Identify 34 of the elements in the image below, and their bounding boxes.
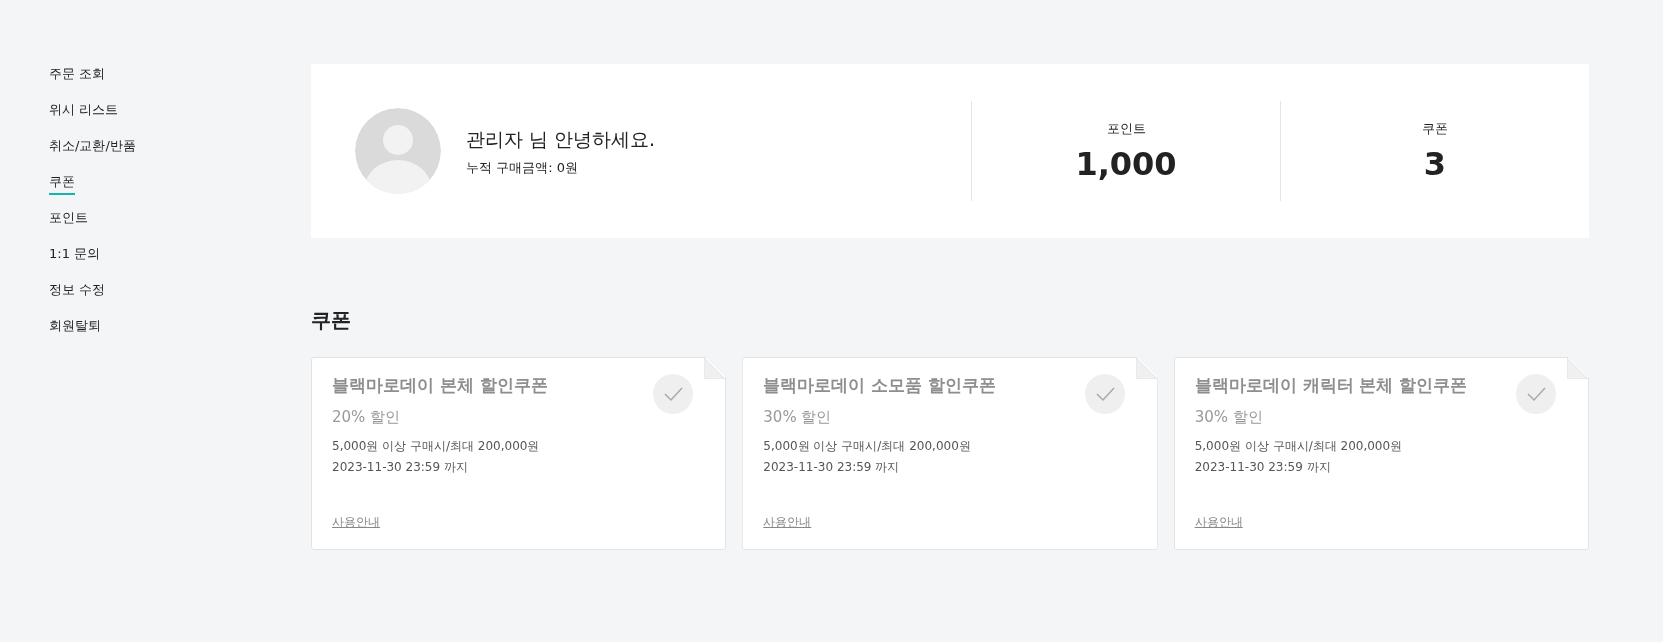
total-purchase: 누적 구매금액: 0원 [466,158,579,177]
coupon-title: 블랙마로데이 본체 할인쿠폰 [332,374,548,397]
sidebar-item[interactable]: 정보 수정 [49,280,106,303]
sidebar-item[interactable]: 포인트 [49,208,88,231]
usage-guide-link[interactable]: 사용안내 [332,513,380,531]
sidebar-item[interactable]: 위시 리스트 [49,100,119,123]
coupon-discount: 30% 할인 [763,407,833,428]
sidebar-item[interactable]: 회원탈퇴 [49,316,101,339]
check-icon [653,374,694,414]
coupon-expiry: 2023-11-30 23:59 까지 [332,458,469,476]
section-title: 쿠폰 [311,307,352,334]
check-icon [1516,374,1556,414]
stat-label: 포인트 [1106,120,1146,139]
coupon-condition: 5,000원 이상 구매시/최대 200,000원 [763,437,972,455]
coupon-discount: 20% 할인 [332,407,402,428]
coupon-title: 블랙마로데이 캐릭터 본체 할인쿠폰 [1194,374,1468,397]
coupon-expiry: 2023-11-30 23:59 까지 [763,458,901,476]
coupon-title: 블랙마로데이 소모품 할인쿠폰 [763,374,997,397]
coupon-condition: 5,000원 이상 구매시/최대 200,000원 [1194,437,1404,455]
coupon-condition: 5,000원 이상 구매시/최대 200,000원 [332,437,541,455]
stat-value: 1,000 [1075,144,1177,183]
stat-label: 쿠폰 [1422,120,1448,139]
usage-guide-link[interactable]: 사용안내 [1194,513,1243,531]
usage-guide-link[interactable]: 사용안내 [763,513,812,531]
coupon-discount: 30% 할인 [1194,407,1264,428]
check-icon [1084,374,1125,414]
greeting: 관리자 님 안녕하세요. [466,127,656,152]
sidebar-item[interactable]: 쿠폰 [49,172,75,195]
coupon-expiry: 2023-11-30 23:59 까지 [1194,458,1332,476]
sidebar-item[interactable]: 주문 조회 [49,64,106,87]
avatar-icon [355,108,441,194]
sidebar-item[interactable]: 1:1 문의 [49,244,101,267]
sidebar-item[interactable]: 취소/교환/반품 [49,136,136,159]
stat-value: 3 [1423,144,1447,183]
